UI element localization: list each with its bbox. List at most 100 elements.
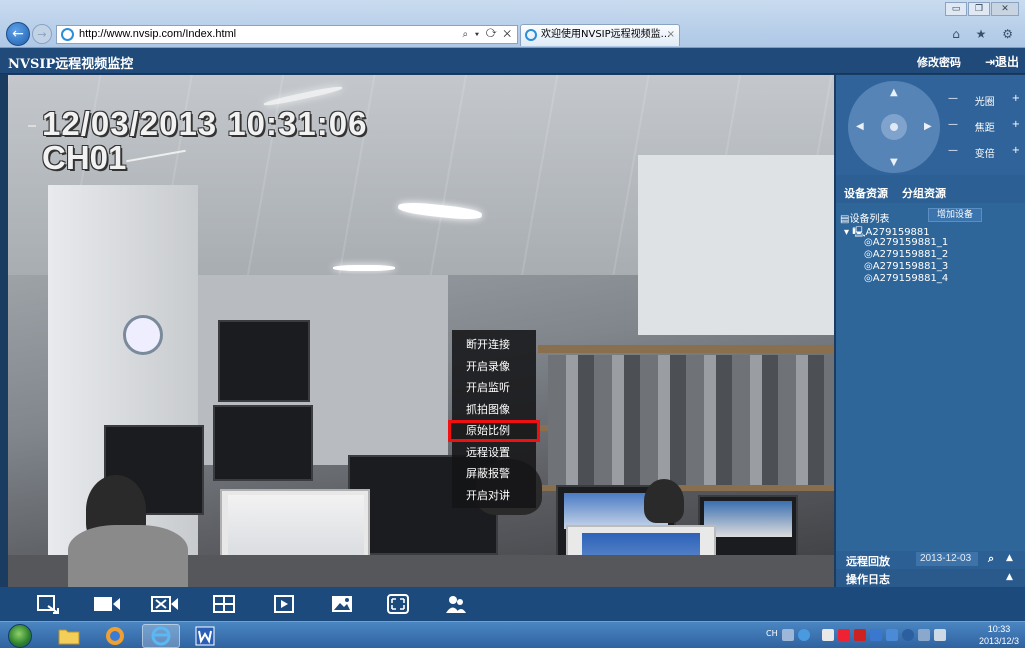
iris-minus-button[interactable]: —: [948, 93, 958, 108]
tray-pen-icon[interactable]: [838, 629, 850, 641]
expand-log-icon[interactable]: ▲: [1006, 572, 1013, 582]
context-menu-item[interactable]: 开启对讲: [452, 485, 536, 507]
tab-close-icon[interactable]: ×: [667, 25, 675, 45]
tray-app-icon[interactable]: [822, 629, 834, 641]
context-menu-item[interactable]: 断开连接: [452, 334, 536, 356]
remote-playback-label[interactable]: 远程回放: [846, 553, 890, 569]
context-menu-item[interactable]: 原始比例: [448, 420, 540, 442]
back-button[interactable]: ←: [6, 22, 30, 46]
context-menu-item[interactable]: 远程设置: [452, 442, 536, 464]
tree-channel-1[interactable]: ◎A279159881_1: [864, 237, 948, 248]
osd-channel: CH01: [42, 139, 127, 176]
taskbar-explorer[interactable]: [50, 624, 88, 648]
focus-plus-button[interactable]: +: [1012, 119, 1020, 134]
clock-date: 2013/12/3: [978, 636, 1019, 646]
video-feed[interactable]: 12/03/2013 10:31:06 CH01 断开连接 开启录像 开启监听 抓拍图…: [8, 75, 834, 587]
os-taskbar: CH 10:33 2013/12/3: [0, 621, 1025, 648]
play-button[interactable]: [272, 594, 296, 614]
expand-playback-icon[interactable]: ▲: [1006, 553, 1013, 563]
fullscreen-button[interactable]: [386, 594, 410, 614]
home-favorites-tools-icons[interactable]: ⌂ ★ ⚙: [952, 27, 1019, 41]
device-list-label: ▤设备列表: [840, 214, 890, 225]
window-controls: ▭ ❐ ✕: [945, 2, 1019, 16]
keyboard-icon[interactable]: [782, 629, 794, 641]
video-toolbar: [0, 587, 1025, 621]
close-window-button[interactable]: ✕: [991, 2, 1019, 16]
stop-all-button[interactable]: [150, 594, 180, 614]
tray-antivirus-icon[interactable]: [854, 629, 866, 641]
address-bar[interactable]: http://www.nvsip.com/Index.html ⌕ ▾ ⟳ ✕: [56, 25, 518, 44]
forward-button[interactable]: →: [32, 24, 52, 44]
address-text: http://www.nvsip.com/Index.html: [79, 28, 237, 40]
ptz-right-icon[interactable]: ▶: [924, 121, 932, 132]
tree-channel-3[interactable]: ◎A279159881_3: [864, 261, 948, 272]
context-menu-item[interactable]: 抓拍图像: [452, 399, 536, 421]
address-tools[interactable]: ⌕ ▾ ⟳ ✕: [463, 26, 513, 43]
taskbar-ie[interactable]: [142, 624, 180, 648]
operation-log-label[interactable]: 操作日志: [846, 571, 890, 587]
fullscreen-icon: [387, 594, 409, 614]
context-menu-item[interactable]: 屏蔽报警: [452, 463, 536, 485]
snapshot-button[interactable]: [330, 594, 354, 614]
monitor: [218, 320, 310, 402]
taskbar-clock[interactable]: 10:33 2013/12/3: [979, 623, 1019, 647]
zoom-label: 变倍: [974, 149, 995, 160]
network-icon[interactable]: [918, 629, 930, 641]
monitor: [213, 405, 313, 481]
tray-update-icon[interactable]: [902, 629, 914, 641]
playback-date-input[interactable]: 2013-12-03: [916, 552, 978, 566]
users-icon: [446, 596, 466, 613]
search-icon[interactable]: ⌕: [988, 552, 994, 566]
app-title: NVSIP远程视频监控: [8, 57, 134, 72]
zoom-plus-button[interactable]: +: [1012, 145, 1020, 160]
language-indicator[interactable]: CH: [766, 629, 778, 638]
right-panel: ▲ ▼ ◀ ▶ — 光圈 + — 焦距 + — 变倍 + 设备资源 分组资源 ▤…: [836, 75, 1025, 587]
tab-device-resources[interactable]: 设备资源: [844, 185, 888, 201]
ie-logo-icon: [61, 28, 74, 41]
start-button[interactable]: [8, 624, 32, 648]
zoom-minus-button[interactable]: —: [948, 145, 958, 160]
tray-sync-icon[interactable]: [886, 629, 898, 641]
tree-channel-4[interactable]: ◎A279159881_4: [864, 273, 948, 284]
tray-shield-icon[interactable]: [870, 629, 882, 641]
tree-channel-2[interactable]: ◎A279159881_2: [864, 249, 948, 260]
ptz-up-icon[interactable]: ▲: [890, 87, 898, 98]
ptz-iris-row: — 光圈 +: [948, 93, 1020, 108]
ptz-center-button[interactable]: [881, 114, 907, 140]
monitor-screen: [704, 501, 792, 537]
logout-button[interactable]: ⇥退出: [985, 53, 1019, 70]
folder-icon: [58, 629, 80, 645]
ptz-focus-row: — 焦距 +: [948, 119, 1020, 134]
system-tray: CH: [766, 629, 966, 643]
tab-title: 欢迎使用NVSIP远程视频监...: [541, 29, 671, 40]
tab-group-resources[interactable]: 分组资源: [902, 185, 946, 201]
iris-label: 光圈: [974, 97, 995, 108]
ptz-down-icon[interactable]: ▼: [890, 157, 898, 168]
layout-button[interactable]: [212, 594, 236, 614]
taskbar-media[interactable]: [96, 624, 134, 648]
device-tree: ▤设备列表 增加设备 ▾ 🖳A279159881 ◎A279159881_1 ◎…: [836, 203, 1025, 551]
browser-tab[interactable]: 欢迎使用NVSIP远程视频监... ×: [520, 24, 680, 46]
context-menu-item[interactable]: 开启录像: [452, 356, 536, 378]
camera-icon: [94, 597, 120, 611]
maximize-button[interactable]: ❐: [968, 2, 990, 16]
focus-minus-button[interactable]: —: [948, 119, 958, 134]
volume-icon[interactable]: [934, 629, 946, 641]
ptz-left-icon[interactable]: ◀: [856, 121, 864, 132]
taskbar-word[interactable]: [186, 624, 224, 648]
record-button[interactable]: [92, 594, 122, 614]
word-icon: [195, 626, 215, 646]
change-password-link[interactable]: 修改密码: [917, 54, 961, 70]
wall-clock: [123, 315, 163, 355]
ptz-direction-pad[interactable]: ▲ ▼ ◀ ▶: [848, 81, 940, 173]
add-device-button[interactable]: 增加设备: [928, 208, 982, 222]
users-button[interactable]: [444, 594, 468, 614]
context-menu-item[interactable]: 开启监听: [452, 377, 536, 399]
play-icon: [274, 595, 294, 613]
iris-plus-button[interactable]: +: [1012, 93, 1020, 108]
equipment-rack: [548, 355, 834, 485]
help-icon[interactable]: [798, 629, 810, 641]
minimize-button[interactable]: ▭: [945, 2, 967, 16]
exit-fullscreen-button[interactable]: [36, 594, 60, 614]
ptz-zoom-row: — 变倍 +: [948, 145, 1020, 160]
